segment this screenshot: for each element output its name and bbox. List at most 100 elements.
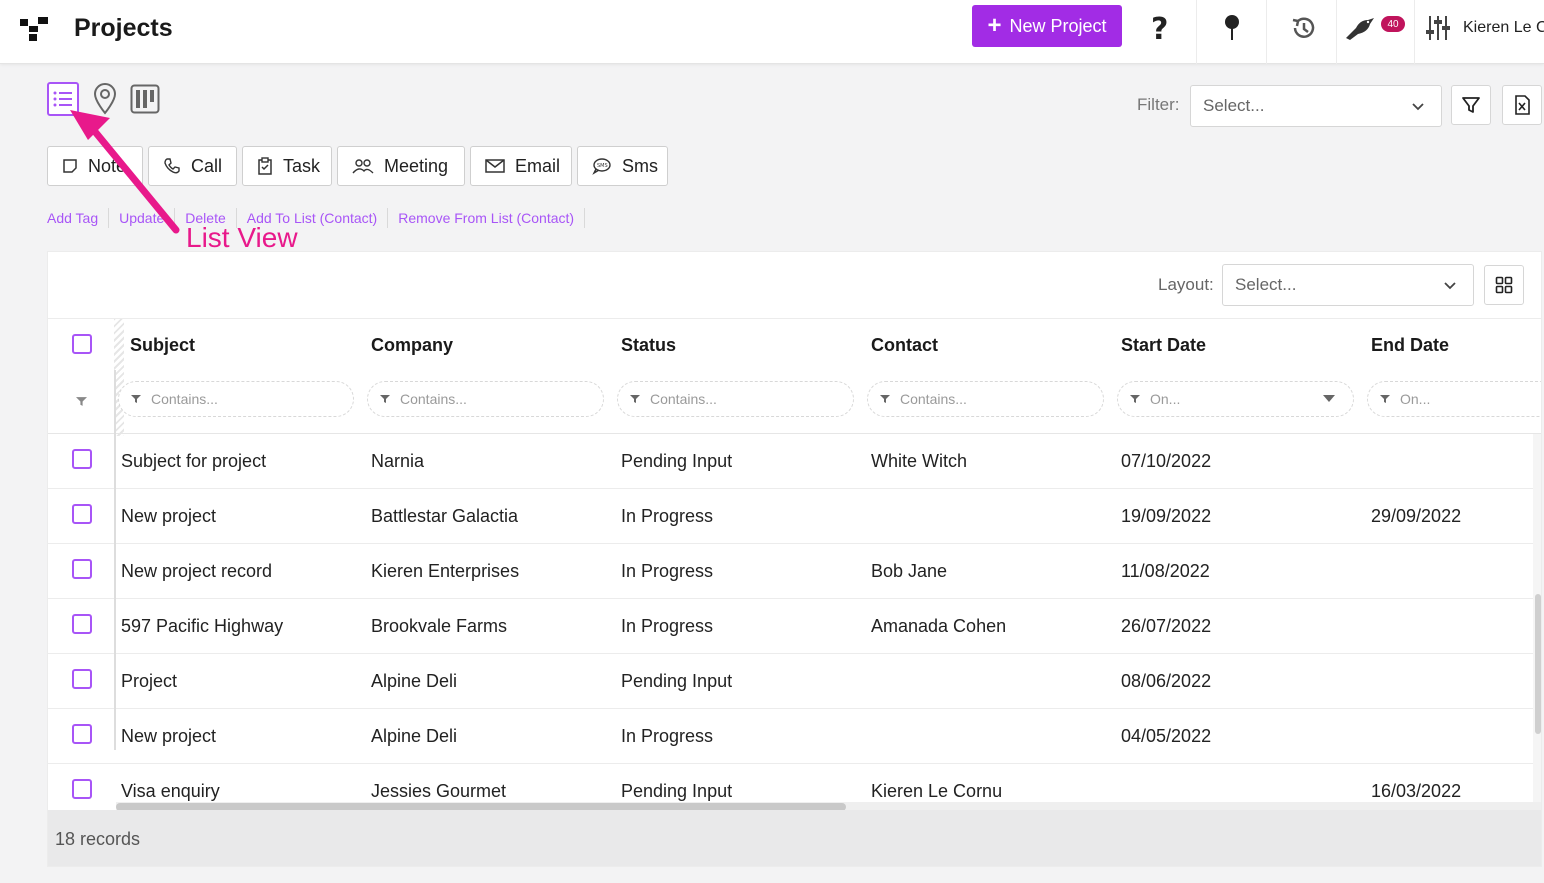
meeting-button-label: Meeting	[384, 155, 449, 176]
excel-file-icon	[1515, 95, 1530, 115]
column-header-start-date[interactable]: Start Date	[1121, 335, 1206, 356]
row-checkbox[interactable]	[72, 614, 92, 634]
table-row[interactable]: New project record Kieren Enterprises In…	[48, 544, 1541, 599]
filter-select-value: Select...	[1203, 96, 1265, 115]
cell-subject: New project	[121, 726, 217, 746]
filter-row-funnel-icon[interactable]	[76, 396, 87, 407]
column-header-subject[interactable]: Subject	[130, 335, 195, 356]
add-tag-link[interactable]: Add Tag	[47, 208, 110, 228]
vertical-scroll-thumb[interactable]	[1535, 594, 1541, 734]
row-checkbox[interactable]	[72, 724, 92, 744]
contact-filter-input[interactable]: Contains...	[867, 381, 1104, 417]
row-checkbox[interactable]	[72, 504, 92, 524]
chevron-down-icon	[1412, 103, 1424, 111]
subject-filter-placeholder: Contains...	[151, 391, 218, 407]
task-icon	[258, 157, 272, 175]
export-excel-button[interactable]	[1502, 85, 1542, 125]
new-project-label: New Project	[1009, 15, 1107, 36]
plus-icon: +	[987, 12, 1002, 39]
funnel-icon	[630, 395, 640, 403]
column-header-status[interactable]: Status	[621, 335, 676, 356]
bird-icon[interactable]	[1342, 10, 1378, 46]
chevron-down-icon	[1444, 282, 1456, 290]
cell-subject: 597 Pacific Highway	[121, 616, 284, 636]
email-button[interactable]: Email	[470, 146, 572, 186]
task-button-label: Task	[283, 155, 321, 176]
settings-sliders-icon[interactable]	[1420, 10, 1456, 46]
contact-filter-placeholder: Contains...	[900, 391, 967, 407]
table-row[interactable]: New project Alpine Deli In Progress 04/0…	[48, 709, 1541, 764]
new-project-button[interactable]: + New Project	[972, 5, 1122, 47]
select-all-checkbox[interactable]	[72, 334, 92, 354]
sms-icon: SMS	[592, 158, 611, 175]
status-filter-placeholder: Contains...	[650, 391, 717, 407]
column-header-company[interactable]: Company	[371, 335, 453, 356]
row-checkbox[interactable]	[72, 449, 92, 469]
layout-grid-icon	[1495, 276, 1513, 294]
cell-company: Narnia	[371, 451, 425, 471]
status-filter-input[interactable]: Contains...	[617, 381, 854, 417]
caret-down-icon[interactable]	[1323, 395, 1335, 403]
map-view-icon[interactable]	[89, 82, 121, 116]
start-date-filter-input[interactable]: On...	[1117, 381, 1354, 417]
row-checkbox[interactable]	[72, 559, 92, 579]
cell-contact: Kieren Le Cornu	[871, 781, 1003, 801]
funnel-icon	[131, 395, 141, 403]
help-icon[interactable]: ?	[1142, 10, 1178, 46]
pin-icon[interactable]	[1214, 10, 1250, 46]
board-view-icon[interactable]	[129, 82, 161, 116]
vertical-scrollbar[interactable]	[1533, 434, 1541, 802]
table-row[interactable]: New project Battlestar Galactia In Progr…	[48, 489, 1541, 544]
cell-company: Jessies Gourmet	[371, 781, 507, 801]
cell-subject: Subject for project	[121, 451, 267, 471]
funnel-icon	[1380, 395, 1390, 403]
filter-funnel-button[interactable]	[1451, 85, 1491, 125]
app-logo[interactable]	[20, 17, 50, 43]
cell-start-date: 11/08/2022	[1121, 561, 1210, 581]
cell-status: Pending Input	[621, 781, 733, 801]
grid-footer: 18 records	[48, 810, 1541, 866]
cell-end-date: 16/03/2022	[1371, 781, 1462, 801]
filter-select[interactable]: Select...	[1190, 85, 1442, 127]
row-checkbox[interactable]	[72, 779, 92, 799]
layout-select[interactable]: Select...	[1222, 264, 1474, 306]
task-button[interactable]: Task	[242, 146, 332, 186]
list-view-icon[interactable]	[47, 82, 79, 116]
user-name[interactable]: Kieren Le C	[1463, 19, 1544, 37]
cell-status: In Progress	[621, 506, 714, 526]
sms-button[interactable]: SMS Sms	[577, 146, 668, 186]
subject-filter-input[interactable]: Contains...	[118, 381, 354, 417]
grid-filter-row: Contains... Contains... Contains... Cont…	[48, 370, 1541, 434]
history-icon[interactable]	[1285, 10, 1321, 46]
cell-contact: White Witch	[871, 451, 968, 471]
cell-company: Kieren Enterprises	[371, 561, 520, 581]
cell-status: In Progress	[621, 561, 714, 581]
company-filter-input[interactable]: Contains...	[367, 381, 604, 417]
column-header-contact[interactable]: Contact	[871, 335, 938, 356]
update-link[interactable]: Update	[109, 208, 176, 228]
top-bar: Projects + New Project ? 40 Kieren Le C	[0, 0, 1544, 64]
note-button[interactable]: Note	[47, 146, 143, 186]
funnel-icon	[380, 395, 390, 403]
note-icon	[63, 159, 77, 173]
cell-company: Alpine Deli	[371, 726, 458, 746]
end-date-filter-input[interactable]: On...	[1367, 381, 1541, 417]
svg-text:SMS: SMS	[597, 163, 608, 169]
header-divider	[1414, 0, 1415, 64]
column-header-end-date[interactable]: End Date	[1371, 335, 1449, 356]
table-row[interactable]: 597 Pacific Highway Brookvale Farms In P…	[48, 599, 1541, 654]
remove-from-list-link[interactable]: Remove From List (Contact)	[388, 208, 586, 228]
meeting-button[interactable]: Meeting	[337, 146, 465, 186]
grid-header-row: Subject Company Status Contact Start Dat…	[48, 318, 1541, 370]
table-row[interactable]: Project Alpine Deli Pending Input 08/06/…	[48, 654, 1541, 709]
cell-subject: New project record	[121, 561, 273, 581]
layout-grid-button[interactable]	[1484, 265, 1524, 305]
cell-start-date: 19/09/2022	[1121, 506, 1212, 526]
grid-rows: Subject for project Narnia Pending Input…	[48, 434, 1541, 819]
frozen-column-divider	[114, 370, 116, 750]
row-checkbox[interactable]	[72, 669, 92, 689]
call-button[interactable]: Call	[148, 146, 237, 186]
table-row[interactable]: Subject for project Narnia Pending Input…	[48, 434, 1541, 489]
cell-contact: Bob Jane	[871, 561, 948, 581]
email-icon	[485, 159, 505, 173]
